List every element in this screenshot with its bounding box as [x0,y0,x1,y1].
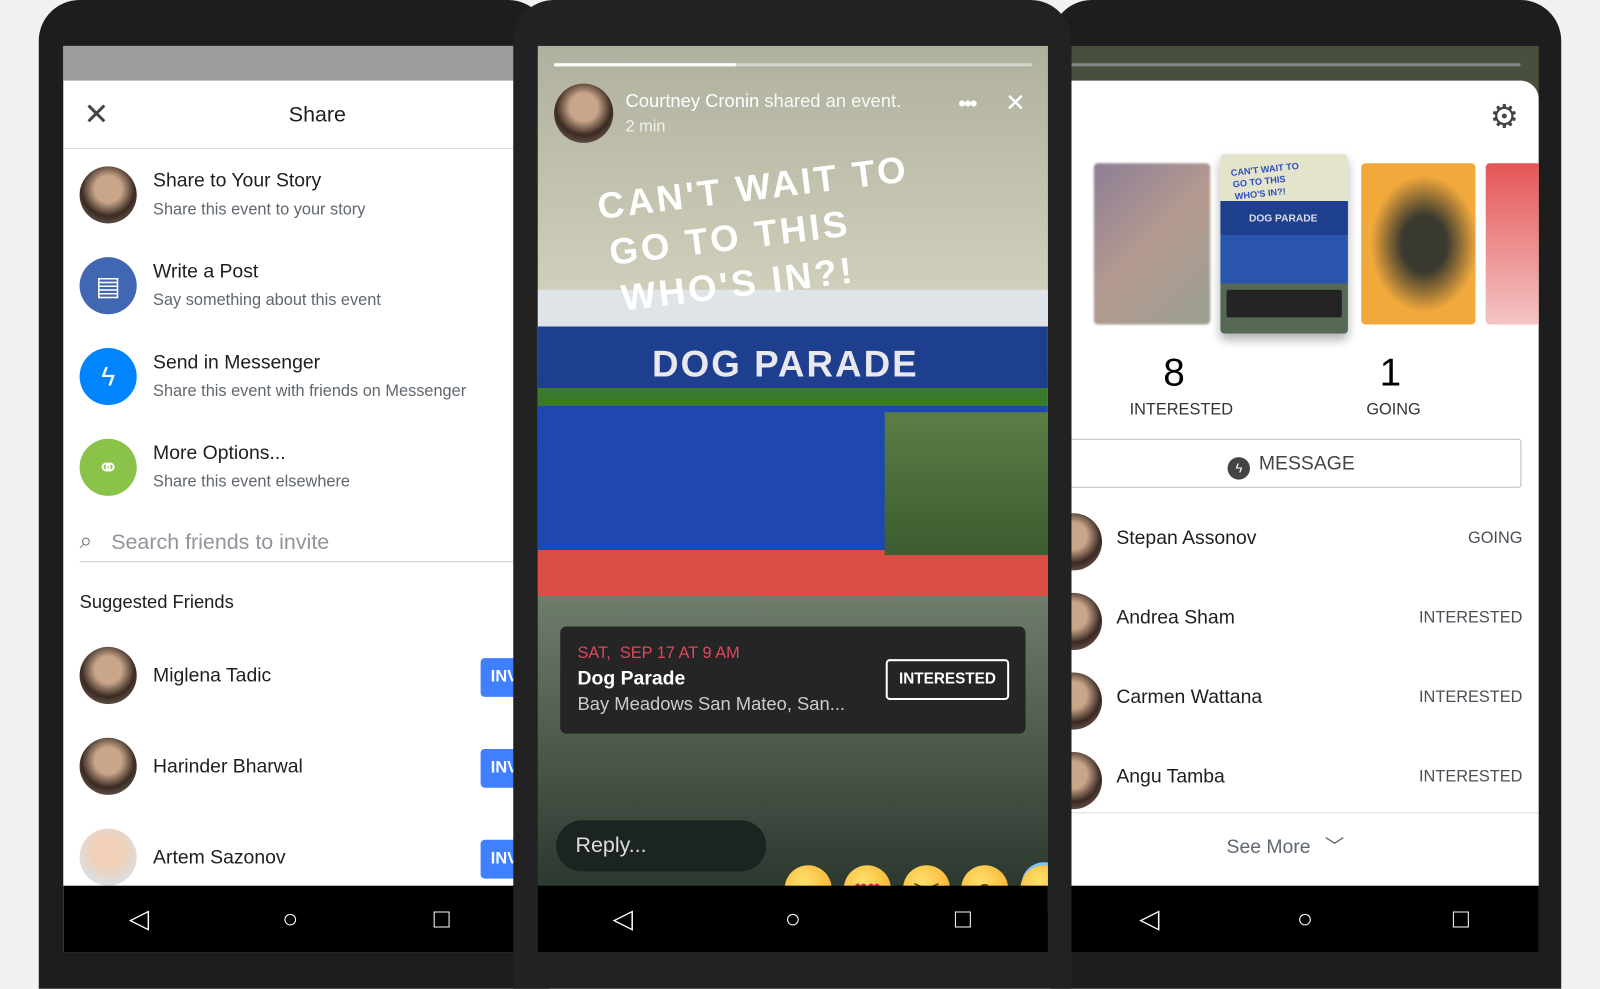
messenger-icon: ϟ [79,347,137,406]
avatar [1071,752,1103,810]
event-date: SAT, SEP 17 AT 9 AM [577,644,740,663]
story-thumb[interactable] [1485,163,1539,325]
link-icon: ⚭ [79,438,137,496]
more-options[interactable]: ⚭ More Options... Share this event elsewh… [63,436,517,518]
send-in-messenger[interactable]: ϟ Send in Messenger Share this event with… [63,345,517,427]
invite-button[interactable]: INV [480,748,518,788]
chevron-down-icon: ﹀ [1324,836,1345,859]
home-icon[interactable]: ○ [1285,903,1326,935]
recents-icon[interactable]: □ [942,903,983,935]
story-progress [554,63,1032,67]
interested-count: 8 [1163,352,1185,395]
share-to-story[interactable]: Share to Your Story Share this event to y… [63,163,517,245]
avatar [79,737,137,795]
nav-bar: ◁ ○ □ [63,885,518,953]
story-screen: Courtney Cronin shared an event. 2 min •… [537,45,1048,953]
viewer-row[interactable]: Carmen Wattana INTERESTED [1071,664,1538,735]
viewer-row[interactable]: Stepan Assonov GOING [1071,505,1538,576]
close-icon[interactable]: ✕ [84,97,110,133]
dog-parade-banner: DOG PARADE [652,342,919,385]
avatar [79,166,137,224]
story-thumb[interactable] [1361,163,1476,325]
home-icon[interactable]: ○ [772,903,813,935]
author-avatar [554,83,614,143]
friend-row: Miglena Tadic INV [63,646,518,708]
write-post[interactable]: ▤ Write a Post Say something about this e… [63,254,517,336]
avatar [79,828,137,886]
going-label: GOING [1366,401,1421,419]
story-time: 2 min [625,118,666,136]
messenger-icon: ϟ [1227,457,1251,480]
viewer-row[interactable]: Andrea Sham INTERESTED [1071,585,1538,656]
viewer-row[interactable]: Angu Tamba INTERESTED [1071,744,1538,815]
event-card[interactable]: SAT, SEP 17 AT 9 AM Dog Parade Bay Meado… [560,626,1026,734]
nav-bar: ◁ ○ □ [1071,885,1539,953]
nav-bar: ◁ ○ □ [537,885,1048,953]
event-location: Bay Meadows San Mateo, San... [577,693,846,715]
viewers-screen: ⚙ CAN'T WAIT TO GO TO THIS WHO'S IN?! DO… [1071,45,1539,953]
page-title: Share [288,103,346,127]
event-name: Dog Parade [577,668,686,690]
back-icon[interactable]: ◁ [119,903,160,935]
more-icon[interactable]: ••• [958,91,978,118]
avatar [79,646,137,705]
recents-icon[interactable]: □ [421,903,462,935]
story-thumb[interactable] [1093,163,1211,325]
invite-button[interactable]: INV [480,839,518,879]
post-icon: ▤ [79,257,137,315]
message-button[interactable]: ϟ MESSAGE [1071,438,1522,488]
avatar [1071,592,1103,650]
avatar [1071,672,1103,730]
avatar [1071,513,1103,571]
friend-row: Artem Sazonov INV [63,828,518,890]
close-icon[interactable]: ✕ [1005,89,1026,119]
back-icon[interactable]: ◁ [1129,903,1170,935]
interested-label: INTERESTED [1129,401,1233,419]
back-icon[interactable]: ◁ [602,903,643,935]
story-thumb-current[interactable]: CAN'T WAIT TO GO TO THIS WHO'S IN?! DOG … [1220,154,1348,334]
see-more-button[interactable]: See More ﹀ [1227,832,1345,860]
reply-input[interactable]: Reply... [556,820,767,872]
invite-button[interactable]: INV [480,658,518,697]
author-name[interactable]: Courtney Cronin [626,91,760,111]
interested-button[interactable]: INTERESTED [885,659,1010,700]
gear-icon[interactable]: ⚙ [1490,97,1519,136]
friend-row: Harinder Bharwal INV [63,737,518,799]
recents-icon[interactable]: □ [1440,903,1481,935]
search-input[interactable]: ⌕ Search friends to invite [79,526,518,563]
going-count: 1 [1379,352,1402,395]
share-screen: ✕ Share Share to Your Story Share this ev… [63,45,518,953]
story-image: DOG PARADE [537,289,1048,596]
search-icon: ⌕ [79,527,93,554]
home-icon[interactable]: ○ [270,903,311,935]
suggested-friends-header: Suggested Friends [79,591,234,613]
